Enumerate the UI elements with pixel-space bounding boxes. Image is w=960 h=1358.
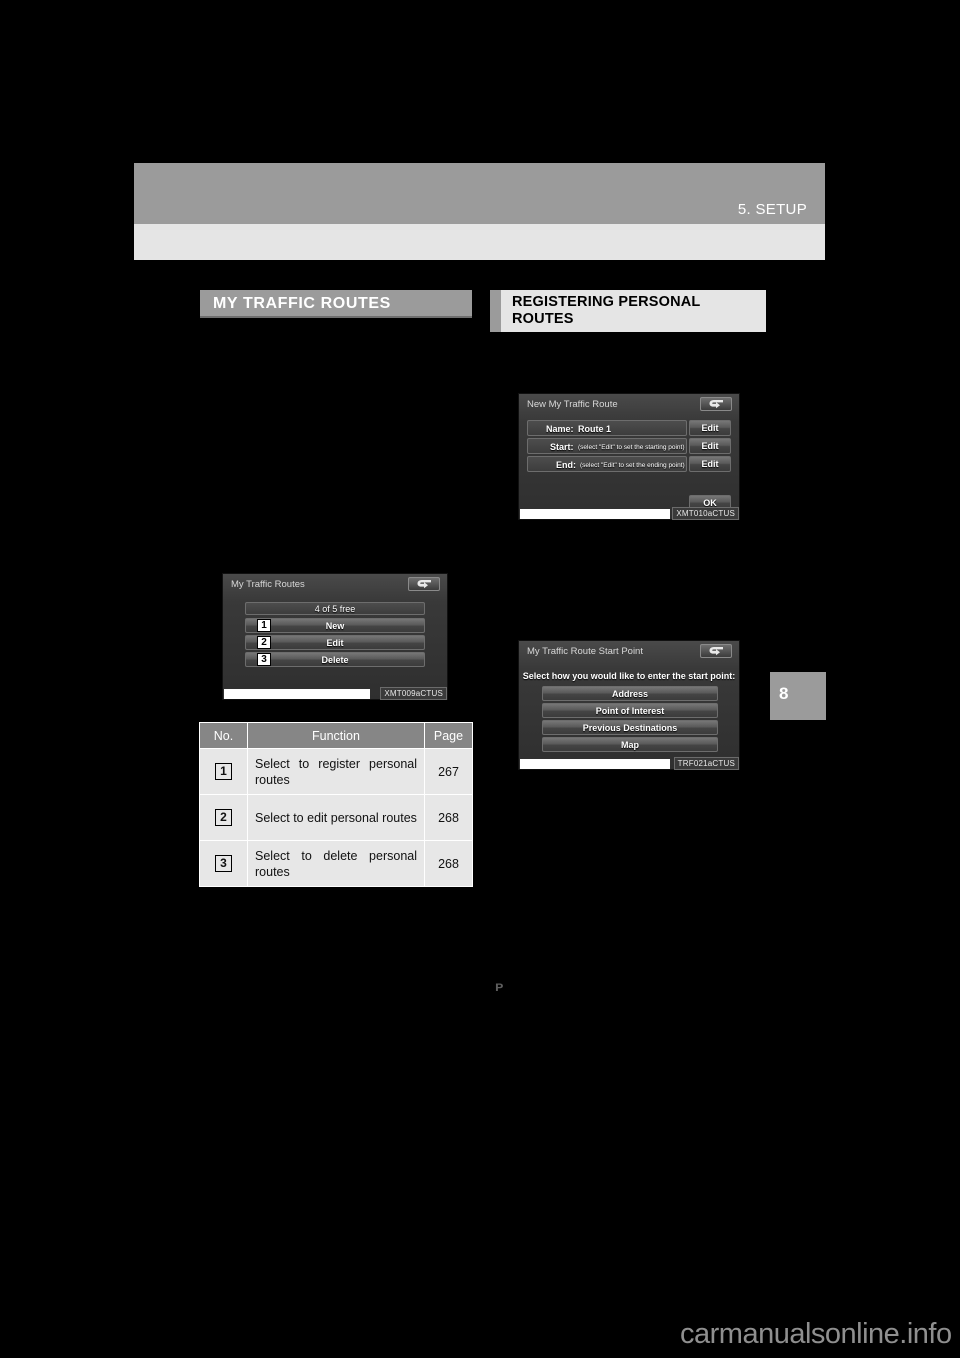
section-heading-left-label: MY TRAFFIC ROUTES <box>213 295 391 312</box>
manual-page: 5. SETUP 8 MY TRAFFIC ROUTES REGISTERING… <box>0 0 960 1358</box>
chapter-side-tab-number: 8 <box>779 684 789 703</box>
table-cell-page: 268 <box>424 840 473 887</box>
back-arrow-icon[interactable] <box>408 577 440 591</box>
table-row: 2 Select to edit personal routes 268 <box>199 794 473 841</box>
screenshot-white-strip <box>520 759 670 769</box>
nav-screen-title: New My Traffic Route <box>527 399 618 410</box>
new-route-button[interactable]: New <box>245 618 425 633</box>
end-row-value: (select "Edit" to set the ending point) <box>580 462 685 469</box>
table-cell-no: 1 <box>199 748 248 795</box>
table-header-row: No. Function Page <box>199 722 473 749</box>
nav-screen: New My Traffic Route Name: Route 1 Edit … <box>518 393 740 520</box>
point-of-interest-button[interactable]: Point of Interest <box>542 703 718 718</box>
previous-destinations-button[interactable]: Previous Destinations <box>542 720 718 735</box>
back-arrow-icon[interactable] <box>700 644 732 658</box>
callout-number-3: 3 <box>257 653 271 666</box>
end-edit-button[interactable]: Edit <box>689 456 731 472</box>
name-row: Name: Route 1 <box>527 420 687 436</box>
end-row-label: End: <box>556 460 576 470</box>
chapter-title: 5. SETUP <box>737 201 807 218</box>
chapter-side-tab: 8 <box>770 672 826 720</box>
site-watermark: carmanualsonline.info <box>680 1318 952 1350</box>
callout-number-1: 1 <box>215 763 232 780</box>
table-header-page: Page <box>424 722 473 749</box>
nav-screen-title: My Traffic Routes <box>231 579 305 590</box>
start-row: Start: (select "Edit" to set the startin… <box>527 438 687 454</box>
nav-screen: My Traffic Route Start Point Select how … <box>518 640 740 770</box>
table-cell-function: Select to register personal routes <box>247 748 425 795</box>
table-cell-page: 268 <box>424 794 473 841</box>
function-table: No. Function Page 1 Select to register p… <box>199 722 473 887</box>
start-row-label: Start: <box>550 442 574 452</box>
screenshot-new-my-traffic-route: New My Traffic Route Name: Route 1 Edit … <box>518 393 740 520</box>
table-row: 3 Select to delete personal routes 268 <box>199 840 473 887</box>
table-header-function: Function <box>247 722 425 749</box>
back-arrow-icon[interactable] <box>700 397 732 411</box>
table-cell-function: Select to edit personal routes <box>247 794 425 841</box>
table-cell-no: 3 <box>199 840 248 887</box>
section-heading-registering-personal-routes: REGISTERING PERSONAL ROUTES <box>490 290 766 332</box>
delete-route-button[interactable]: Delete <box>245 652 425 667</box>
map-button[interactable]: Map <box>542 737 718 752</box>
start-row-value: (select "Edit" to set the starting point… <box>578 444 685 451</box>
start-point-prompt: Select how you would like to enter the s… <box>522 671 736 681</box>
start-edit-button[interactable]: Edit <box>689 438 731 454</box>
table-cell-no: 2 <box>199 794 248 841</box>
edit-route-button[interactable]: Edit <box>245 635 425 650</box>
callout-number-2: 2 <box>215 809 232 826</box>
name-row-value: Route 1 <box>578 424 612 434</box>
section-heading-right-label: REGISTERING PERSONAL ROUTES <box>512 294 701 327</box>
table-header-no: No. <box>199 722 248 749</box>
callout-number-2: 2 <box>257 636 271 649</box>
footnote-mark-icon: ᴩ <box>495 978 504 994</box>
table-row: 1 Select to register personal routes 267 <box>199 748 473 795</box>
table-cell-function: Select to delete personal routes <box>247 840 425 887</box>
figure-caption: TRF021aCTUS <box>673 757 739 770</box>
screenshot-white-strip <box>520 509 670 519</box>
nav-screen: My Traffic Routes 4 of 5 free 1 New 2 Ed… <box>222 573 448 700</box>
section-heading-my-traffic-routes: MY TRAFFIC ROUTES <box>200 290 472 318</box>
free-slots-bar: 4 of 5 free <box>245 602 425 615</box>
name-edit-button[interactable]: Edit <box>689 420 731 436</box>
screenshot-my-traffic-routes: My Traffic Routes 4 of 5 free 1 New 2 Ed… <box>222 573 448 700</box>
figure-caption: XMT010aCTUS <box>672 507 739 520</box>
figure-caption: XMT009aCTUS <box>380 687 447 700</box>
screenshot-white-strip <box>224 689 370 699</box>
end-row: End: (select "Edit" to set the ending po… <box>527 456 687 472</box>
callout-number-1: 1 <box>257 619 271 632</box>
name-row-label: Name: <box>546 424 574 434</box>
table-cell-page: 267 <box>424 748 473 795</box>
nav-screen-title: My Traffic Route Start Point <box>527 646 643 657</box>
page-header-subband <box>134 224 825 260</box>
page-header-band: 5. SETUP <box>134 163 825 224</box>
screenshot-my-traffic-route-start-point: My Traffic Route Start Point Select how … <box>518 640 740 770</box>
callout-number-3: 3 <box>215 855 232 872</box>
address-button[interactable]: Address <box>542 686 718 701</box>
